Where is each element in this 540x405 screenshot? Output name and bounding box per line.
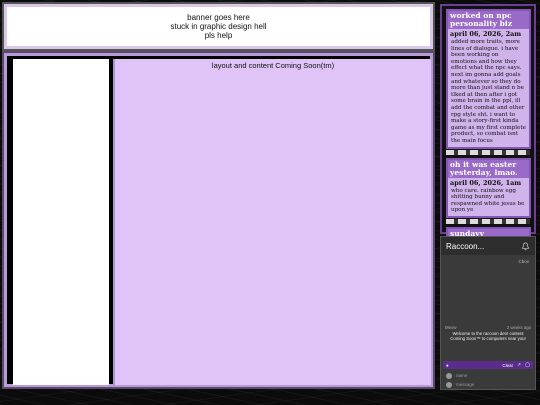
sidebar-panel [13,59,109,385]
emoji-icon[interactable] [446,381,452,388]
main-frame: layout and content Coming Soon(tm) [2,51,435,389]
clear-button[interactable]: Clear [502,363,513,368]
bell-icon[interactable] [521,242,530,251]
external-link-icon[interactable]: ↗ [517,362,521,368]
message-time: 2 weeks ago [506,325,531,330]
divider-strip [446,149,530,155]
post-title: worked on npc personality biz [448,11,529,29]
post-body: who care. rainbow egg shitting bunny and… [451,187,525,214]
post-title: oh it was easter yesterday, lmao. [448,159,529,178]
content-placeholder-text: layout and content Coming Soon(tm) [211,61,335,70]
chat-box: Raccoon... Cbox Meow 2 weeks ago Welcome… [440,236,536,390]
post-date: april 06, 2026, 1am [450,178,522,187]
blog-post: worked on npc personality biz april 06, … [446,9,531,149]
banner: banner goes here stuck in graphic design… [2,2,435,51]
chat-toolbar: ● Clear ↗ ◯ [443,361,533,369]
blog-feed[interactable]: worked on npc personality biz april 06, … [440,4,536,241]
blog-post: oh it was easter yesterday, lmao. april … [446,157,531,218]
chat-message: Meow 2 weeks ago Welcome to the raccoon … [445,325,531,342]
chat-title: Raccoon... [446,241,485,251]
post-body: added more traits, more lines of dialogu… [451,39,526,144]
banner-line-1: banner goes here [187,13,250,22]
chat-header: Raccoon... [441,237,535,255]
content-panel: layout and content Coming Soon(tm) [113,59,431,385]
chat-brand[interactable]: Cbox [441,255,535,268]
user-icon[interactable]: ● [446,363,449,368]
banner-line-2: stuck in graphic design hell [170,22,267,31]
message-placeholder: message [456,382,475,387]
avatar-icon [446,372,452,379]
post-date: april 06, 2026, 2am [450,30,522,38]
settings-icon[interactable]: ◯ [525,362,530,368]
message-field[interactable]: message [443,380,533,389]
divider-strip [446,218,530,224]
message-author: Meow [445,325,457,330]
message-text: Welcome to the raccoon den! content Comi… [450,330,526,342]
name-field[interactable]: name [443,371,533,380]
banner-line-3: pls help [204,31,233,40]
name-placeholder: name [456,373,468,378]
